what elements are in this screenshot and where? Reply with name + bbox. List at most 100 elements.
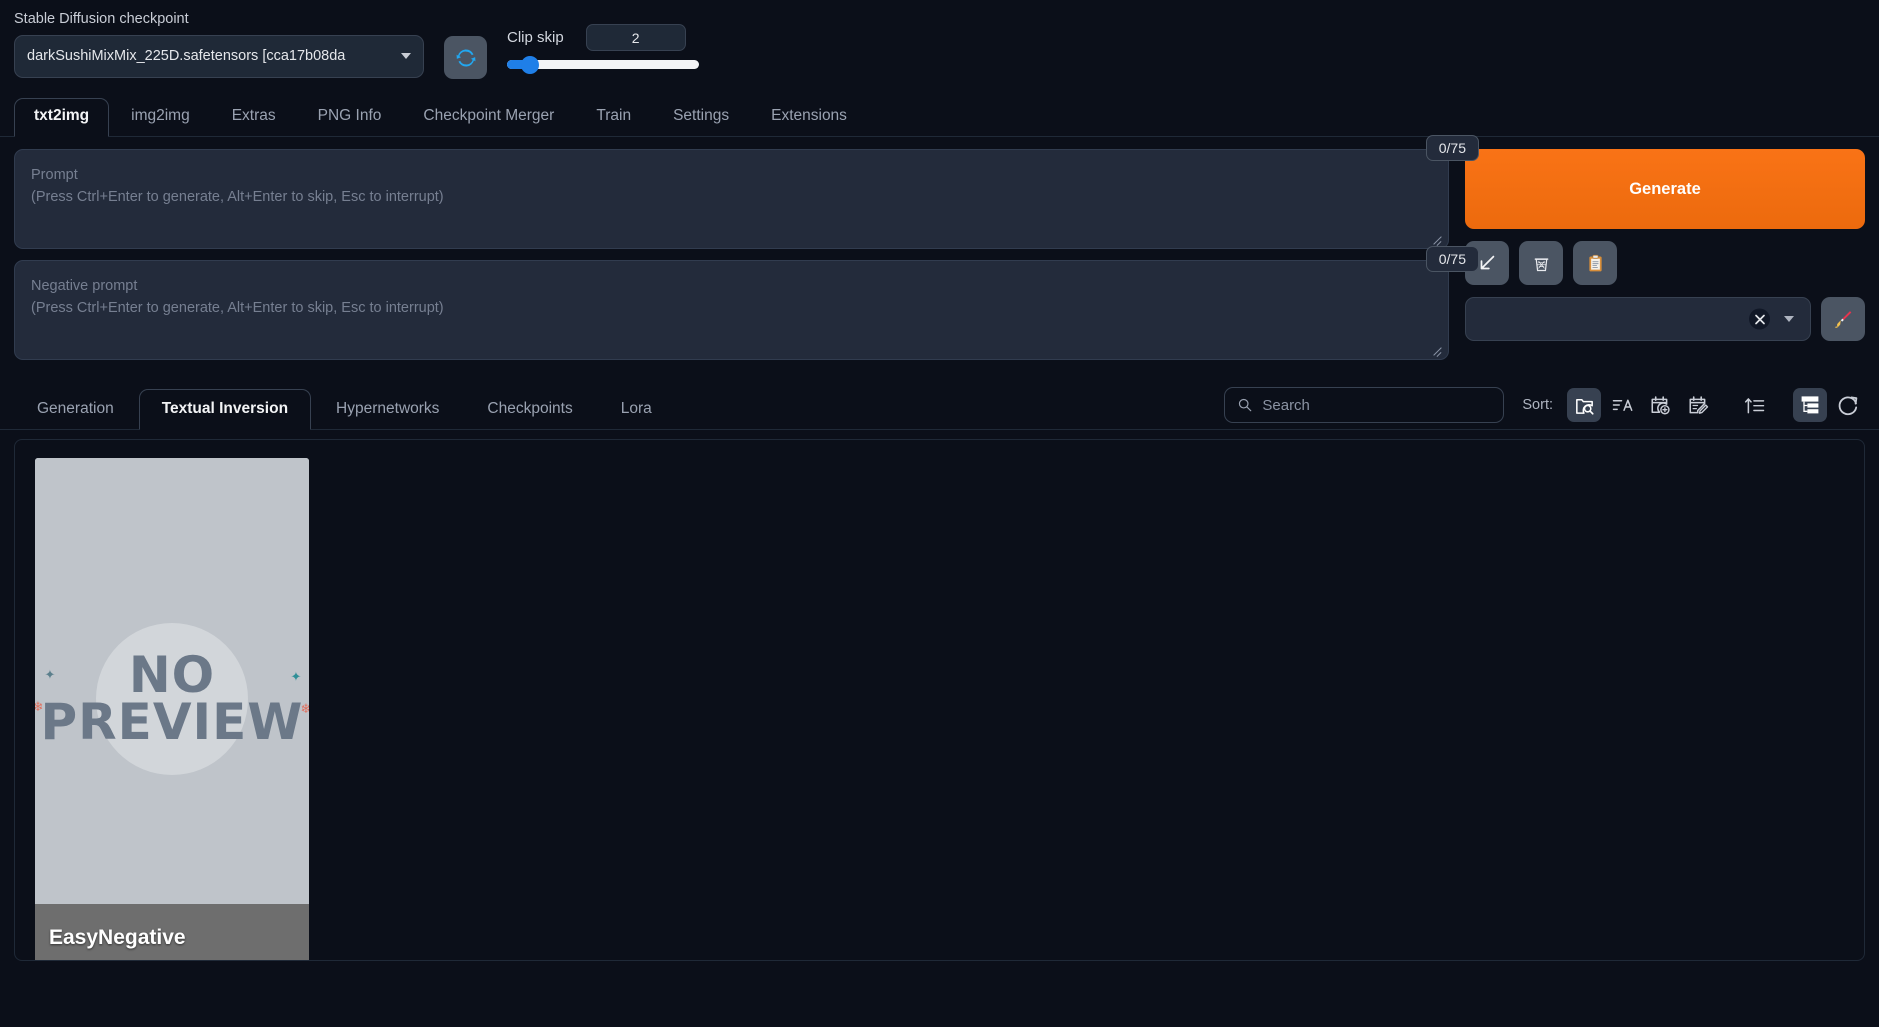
extra-networks-header: Generation Textual Inversion Hypernetwor… <box>0 387 1879 430</box>
paintbrush-icon <box>1834 311 1852 328</box>
clip-skip-group: Clip skip 2 <box>507 24 767 74</box>
chevron-down-icon <box>401 53 411 60</box>
search-input[interactable]: Search <box>1224 387 1505 423</box>
prompt-placeholder-title: Prompt <box>31 167 78 183</box>
refresh-checkpoints-button[interactable] <box>444 36 487 79</box>
negative-prompt-placeholder-title: Negative prompt <box>31 278 138 294</box>
prompt-input[interactable]: Prompt (Press Ctrl+Enter to generate, Al… <box>14 149 1449 249</box>
subtab-lora[interactable]: Lora <box>598 389 675 430</box>
close-icon <box>1754 314 1765 324</box>
extra-network-card[interactable]: NO PREVIEW ✦ ✦ ❄ ❄ EasyNegative <box>35 458 309 960</box>
styles-dropdown[interactable] <box>1465 297 1811 341</box>
tab-label: Extras <box>231 107 276 125</box>
checkpoint-value: darkSushiMixMix_225D.safetensors [cca17b… <box>27 48 346 65</box>
tab-extras[interactable]: Extras <box>212 98 296 137</box>
refresh-networks-button[interactable] <box>1831 388 1865 422</box>
extra-networks-tab-bar: Generation Textual Inversion Hypernetwor… <box>14 388 675 430</box>
negative-prompt-placeholder-hint: (Press Ctrl+Enter to generate, Alt+Enter… <box>31 300 444 317</box>
checkpoint-group: Stable Diffusion checkpoint darkSushiMix… <box>14 10 424 78</box>
resize-handle-icon[interactable] <box>1431 343 1443 355</box>
extra-networks-toolbar: Search Sort: <box>1224 387 1865 429</box>
clear-prompt-button[interactable] <box>1519 241 1563 285</box>
tab-label: Settings <box>673 107 730 125</box>
top-bar: Stable Diffusion checkpoint darkSushiMix… <box>0 0 1879 96</box>
tab-img2img[interactable]: img2img <box>111 98 210 137</box>
clip-skip-value: 2 <box>631 29 640 46</box>
card-title: EasyNegative <box>49 926 186 949</box>
prompt-placeholder-hint: (Press Ctrl+Enter to generate, Alt+Enter… <box>31 189 444 206</box>
refresh-circle-icon <box>1838 396 1858 416</box>
tab-label: Extensions <box>771 107 847 125</box>
main-tab-bar: txt2img img2img Extras PNG Info Checkpoi… <box>0 96 1879 137</box>
decor-leaf-icon: ✦ <box>44 666 56 682</box>
prompt-token-counter: 0/75 <box>1425 135 1479 162</box>
search-icon <box>1239 398 1252 412</box>
subtab-label: Lora <box>620 399 652 417</box>
refresh-icon <box>456 48 475 67</box>
tab-label: Train <box>596 107 632 125</box>
tab-extensions[interactable]: Extensions <box>751 98 867 137</box>
styles-row <box>1465 297 1865 341</box>
action-column: Generate <box>1465 149 1865 341</box>
sort-order-button[interactable] <box>1737 388 1771 422</box>
checkpoint-dropdown[interactable]: darkSushiMixMix_225D.safetensors [cca17b… <box>14 34 424 78</box>
chevron-down-icon[interactable] <box>1784 316 1794 322</box>
clear-styles-button[interactable] <box>1749 308 1770 330</box>
sort-button-group <box>1567 388 1865 422</box>
tab-label: Checkpoint Merger <box>423 107 555 125</box>
tab-train[interactable]: Train <box>576 98 651 137</box>
subtab-textual-inversion[interactable]: Textual Inversion <box>138 388 312 430</box>
clip-skip-number-input[interactable]: 2 <box>585 24 686 51</box>
subtab-checkpoints[interactable]: Checkpoints <box>464 389 595 430</box>
no-preview-line2: PREVIEW <box>40 693 304 751</box>
sort-by-date-created-button[interactable] <box>1643 388 1677 422</box>
negative-prompt-wrapper: 0/75 Negative prompt (Press Ctrl+Enter t… <box>14 246 1479 360</box>
tab-png-info[interactable]: PNG Info <box>298 98 402 137</box>
sort-order-ascending-icon <box>1744 397 1764 413</box>
trash-icon <box>1534 257 1548 271</box>
clip-skip-slider[interactable] <box>507 55 699 74</box>
clip-skip-label: Clip skip <box>507 29 564 46</box>
tab-checkpoint-merger[interactable]: Checkpoint Merger <box>403 98 574 137</box>
card-preview-image: NO PREVIEW ✦ ✦ ❄ ❄ <box>35 458 309 904</box>
prompt-action-buttons <box>1465 241 1865 285</box>
resize-handle-icon[interactable] <box>1431 232 1443 244</box>
calendar-edit-icon <box>1688 395 1708 414</box>
apply-styles-button[interactable] <box>1821 297 1865 341</box>
sort-by-name-button[interactable] <box>1605 388 1639 422</box>
tree-view-button[interactable] <box>1793 388 1827 422</box>
prompt-wrapper: 0/75 Prompt (Press Ctrl+Enter to generat… <box>14 135 1479 249</box>
folder-search-icon <box>1575 398 1594 415</box>
tab-label: img2img <box>131 107 190 125</box>
sort-by-date-modified-button[interactable] <box>1681 388 1715 422</box>
search-placeholder: Search <box>1262 396 1310 414</box>
decor-flower-icon: ❄ <box>301 702 309 715</box>
restore-progress-button[interactable] <box>1573 241 1617 285</box>
arrow-down-left-icon <box>1480 255 1495 270</box>
sort-by-path-button[interactable] <box>1567 388 1601 422</box>
generate-button[interactable]: Generate <box>1465 149 1865 229</box>
subtab-label: Generation <box>37 399 114 417</box>
subtab-generation[interactable]: Generation <box>14 389 137 430</box>
subtab-label: Hypernetworks <box>336 399 440 417</box>
tab-label: PNG Info <box>317 107 382 125</box>
subtab-label: Textual Inversion <box>161 399 289 417</box>
slider-thumb[interactable] <box>521 55 540 74</box>
tab-txt2img[interactable]: txt2img <box>14 98 110 137</box>
subtab-label: Checkpoints <box>487 399 573 417</box>
extra-networks-cards-container: NO PREVIEW ✦ ✦ ❄ ❄ EasyNegative <box>14 439 1865 961</box>
clipboard-icon <box>1588 254 1602 271</box>
negative-prompt-token-counter: 0/75 <box>1425 246 1479 273</box>
tab-label: txt2img <box>34 107 90 125</box>
checkpoint-label: Stable Diffusion checkpoint <box>14 11 189 27</box>
no-preview-placeholder: NO PREVIEW ✦ ✦ ❄ ❄ <box>35 623 309 775</box>
calendar-plus-icon <box>1650 395 1670 414</box>
tab-settings[interactable]: Settings <box>653 98 749 137</box>
generate-label: Generate <box>1629 179 1701 198</box>
prompt-column: 0/75 Prompt (Press Ctrl+Enter to generat… <box>14 135 1479 371</box>
txt2img-top-section: 0/75 Prompt (Press Ctrl+Enter to generat… <box>0 135 1879 371</box>
decor-leaf-icon: ✦ <box>290 668 302 684</box>
negative-prompt-input[interactable]: Negative prompt (Press Ctrl+Enter to gen… <box>14 260 1449 360</box>
no-preview-line1: NO <box>128 645 216 704</box>
subtab-hypernetworks[interactable]: Hypernetworks <box>313 389 462 430</box>
